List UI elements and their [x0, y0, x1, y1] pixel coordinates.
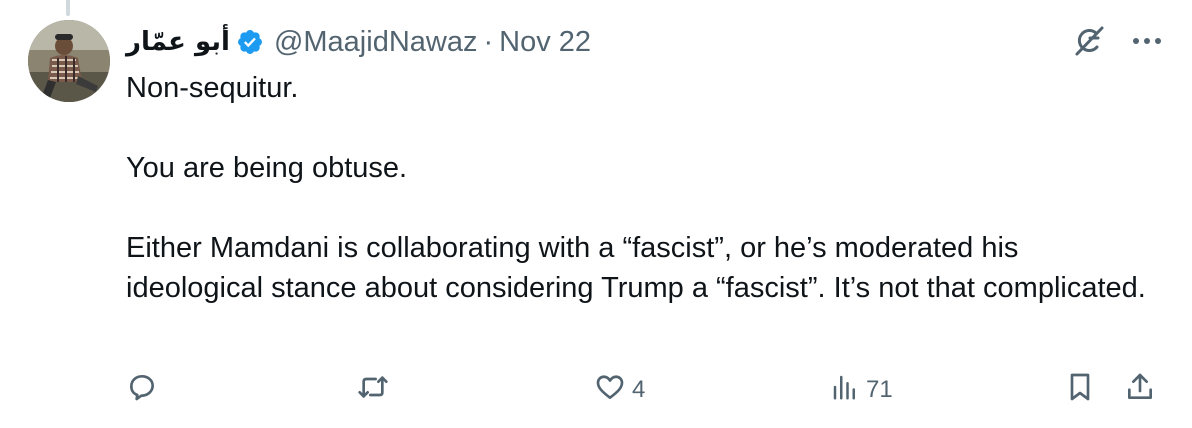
share-button[interactable] [1124, 370, 1156, 410]
author-handle[interactable]: @MaajidNawaz [274, 26, 478, 59]
verified-badge-icon[interactable] [236, 28, 264, 56]
thread-connector-line [66, 0, 70, 16]
reply-button[interactable] [126, 370, 158, 410]
tweet-paragraph: Either Mamdani is collaborating with a “… [126, 232, 1146, 304]
tweet-date[interactable]: Nov 22 [499, 26, 591, 59]
tweet-paragraph: You are being obtuse. [126, 152, 408, 184]
more-icon[interactable] [1132, 37, 1162, 45]
share-icon [1124, 371, 1156, 410]
header-separator: · [483, 25, 494, 58]
author-display-name[interactable]: أبو عمّار [126, 27, 230, 57]
like-button[interactable]: 4 [594, 370, 645, 410]
avatar[interactable] [28, 20, 110, 102]
like-count: 4 [632, 376, 646, 403]
tweet-header: أبو عمّار @MaajidNawaz · Nov 22 [126, 22, 591, 62]
views-icon [830, 371, 860, 410]
tweet-action-bar: 4 71 [0, 370, 1192, 410]
tweet-top-actions [1072, 24, 1162, 58]
like-icon [594, 371, 626, 410]
bookmark-button[interactable] [1064, 370, 1096, 410]
views-count: 71 [866, 376, 893, 403]
grok-icon[interactable] [1072, 24, 1106, 58]
retweet-icon [356, 371, 390, 410]
tweet-body: Non-sequitur. You are being obtuse. Eith… [126, 68, 1146, 308]
reply-icon [126, 371, 158, 410]
views-button[interactable]: 71 [830, 370, 893, 410]
retweet-button[interactable] [356, 370, 390, 410]
tweet-paragraph: Non-sequitur. [126, 72, 299, 104]
bookmark-icon [1064, 371, 1096, 410]
